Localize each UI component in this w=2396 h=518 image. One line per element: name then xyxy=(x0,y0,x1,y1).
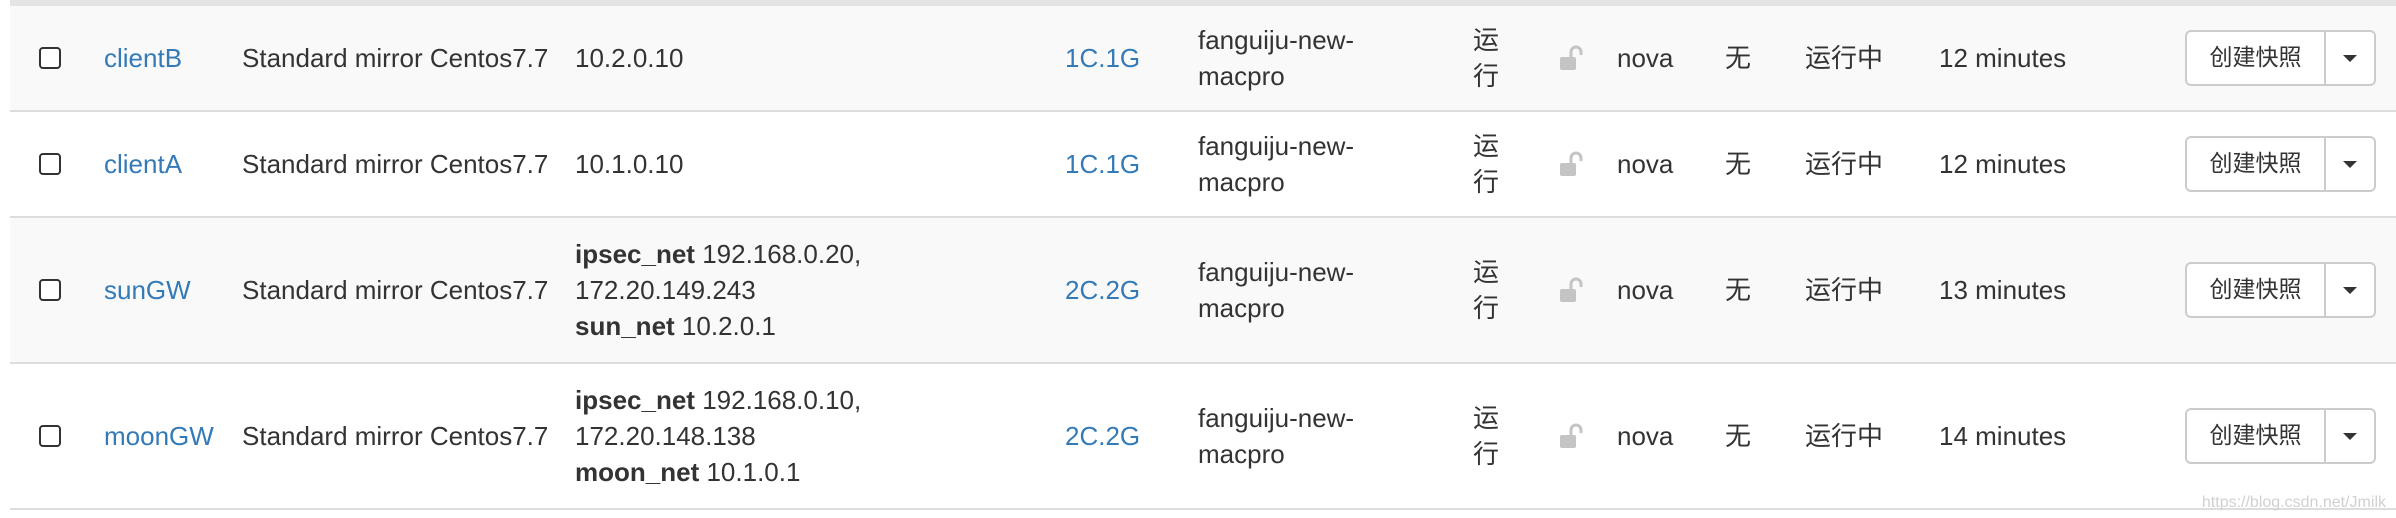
create-snapshot-button[interactable]: 创建快照 xyxy=(2185,408,2326,464)
task: 无 xyxy=(1725,421,1752,451)
age: 12 minutes xyxy=(1939,149,2067,179)
instances-table: clientB Standard mirror Centos7.7 10.2.0… xyxy=(10,6,2396,510)
status: 运行 xyxy=(1473,403,1500,469)
unlocked-icon xyxy=(1560,45,1583,70)
key-pair: fanguiju-new-macpro xyxy=(1198,25,1355,91)
row-checkbox[interactable] xyxy=(39,279,61,301)
instance-name-link[interactable]: clientA xyxy=(104,146,214,182)
status: 运行 xyxy=(1473,257,1500,323)
flavor-link[interactable]: 1C.1G xyxy=(1065,40,1140,76)
create-snapshot-button[interactable]: 创建快照 xyxy=(2185,136,2326,192)
caret-down-icon xyxy=(2343,161,2357,168)
caret-down-icon xyxy=(2343,55,2357,62)
row-checkbox[interactable] xyxy=(39,153,61,175)
ip-entry: 10.1.0.10 xyxy=(575,146,935,182)
watermark: https://blog.csdn.net/Jmilk xyxy=(2201,494,2386,511)
power-state: 运行中 xyxy=(1805,275,1884,305)
network-name: ipsec_net xyxy=(575,385,695,415)
instance-name-link[interactable]: moonGW xyxy=(104,418,214,454)
unlocked-icon xyxy=(1560,151,1583,176)
image-name: Standard mirror Centos7.7 xyxy=(242,275,549,305)
table-row: sunGW Standard mirror Centos7.7 ipsec_ne… xyxy=(10,218,2396,364)
age: 13 minutes xyxy=(1939,275,2067,305)
actions-dropdown-button[interactable] xyxy=(2326,30,2376,86)
instance-name-link[interactable]: sunGW xyxy=(104,272,214,308)
ip-entry: ipsec_net 192.168.0.10, 172.20.148.138 xyxy=(575,382,935,454)
create-snapshot-button[interactable]: 创建快照 xyxy=(2185,30,2326,86)
status: 运行 xyxy=(1473,25,1500,91)
actions-dropdown-button[interactable] xyxy=(2326,262,2376,318)
network-name: ipsec_net xyxy=(575,239,695,269)
ip-value: 10.1.0.1 xyxy=(706,457,801,487)
ip-entry: sun_net 10.2.0.1 xyxy=(575,308,935,344)
flavor-link[interactable]: 2C.2G xyxy=(1065,272,1140,308)
network-name: moon_net xyxy=(575,457,700,487)
row-actions: 创建快照 xyxy=(2185,30,2376,86)
caret-down-icon xyxy=(2343,287,2357,294)
row-actions: 创建快照 xyxy=(2185,136,2376,192)
availability-zone: nova xyxy=(1617,43,1674,73)
age: 12 minutes xyxy=(1939,43,2067,73)
actions-dropdown-button[interactable] xyxy=(2326,408,2376,464)
availability-zone: nova xyxy=(1617,149,1674,179)
availability-zone: nova xyxy=(1617,275,1674,305)
task: 无 xyxy=(1725,43,1752,73)
table-row: moonGW Standard mirror Centos7.7 ipsec_n… xyxy=(10,364,2396,510)
task: 无 xyxy=(1725,275,1752,305)
ip-value: 10.1.0.10 xyxy=(575,149,684,179)
unlocked-icon xyxy=(1560,423,1583,448)
ip-entry: 10.2.0.10 xyxy=(575,40,935,76)
status: 运行 xyxy=(1473,131,1500,197)
row-checkbox[interactable] xyxy=(39,425,61,447)
row-actions: 创建快照 xyxy=(2185,408,2376,464)
key-pair: fanguiju-new-macpro xyxy=(1198,403,1355,469)
ip-address: 10.2.0.10 xyxy=(575,40,935,76)
caret-down-icon xyxy=(2343,433,2357,440)
table-row: clientA Standard mirror Centos7.7 10.1.0… xyxy=(10,112,2396,218)
instance-name-link[interactable]: clientB xyxy=(104,40,214,76)
power-state: 运行中 xyxy=(1805,43,1884,73)
age: 14 minutes xyxy=(1939,421,2067,451)
actions-dropdown-button[interactable] xyxy=(2326,136,2376,192)
ip-entry: ipsec_net 192.168.0.20, 172.20.149.243 xyxy=(575,236,935,308)
row-checkbox[interactable] xyxy=(39,47,61,69)
ip-address: 10.1.0.10 xyxy=(575,146,935,182)
power-state: 运行中 xyxy=(1805,149,1884,179)
flavor-link[interactable]: 2C.2G xyxy=(1065,418,1140,454)
ip-entry: moon_net 10.1.0.1 xyxy=(575,454,935,490)
network-name: sun_net xyxy=(575,311,675,341)
availability-zone: nova xyxy=(1617,421,1674,451)
key-pair: fanguiju-new-macpro xyxy=(1198,257,1355,323)
image-name: Standard mirror Centos7.7 xyxy=(242,421,549,451)
row-actions: 创建快照 xyxy=(2185,262,2376,318)
ip-value: 10.2.0.10 xyxy=(575,43,684,73)
flavor-link[interactable]: 1C.1G xyxy=(1065,146,1140,182)
ip-value: 10.2.0.1 xyxy=(681,311,776,341)
power-state: 运行中 xyxy=(1805,421,1884,451)
key-pair: fanguiju-new-macpro xyxy=(1198,131,1355,197)
ip-address: ipsec_net 192.168.0.20, 172.20.149.243 s… xyxy=(575,236,935,344)
table-row: clientB Standard mirror Centos7.7 10.2.0… xyxy=(10,6,2396,112)
image-name: Standard mirror Centos7.7 xyxy=(242,43,549,73)
image-name: Standard mirror Centos7.7 xyxy=(242,149,549,179)
unlocked-icon xyxy=(1560,277,1583,302)
task: 无 xyxy=(1725,149,1752,179)
ip-address: ipsec_net 192.168.0.10, 172.20.148.138 m… xyxy=(575,382,935,490)
create-snapshot-button[interactable]: 创建快照 xyxy=(2185,262,2326,318)
